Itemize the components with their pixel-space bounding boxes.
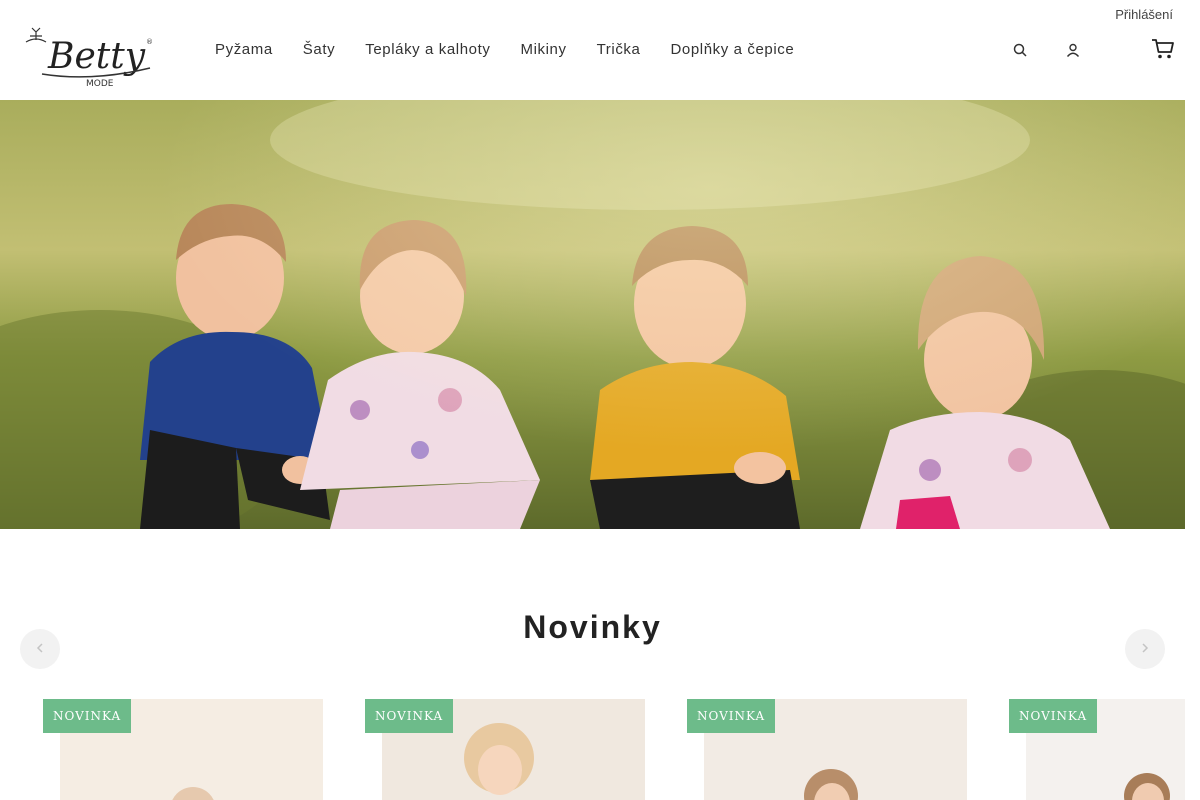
search-icon[interactable]: [1008, 38, 1032, 62]
section-title: Novinky: [523, 609, 662, 645]
product-card[interactable]: NOVINKA: [687, 699, 967, 800]
nav-item-saty[interactable]: Šaty: [303, 40, 335, 60]
carousel-prev-button[interactable]: [20, 629, 60, 669]
logo-image: Betty MODE ®: [25, 27, 153, 89]
nav-item-teplaky[interactable]: Tepláky a kalhoty: [365, 40, 490, 60]
cart-icon[interactable]: [1150, 36, 1176, 62]
svg-text:MODE: MODE: [86, 79, 114, 89]
hero-image: [0, 100, 1185, 529]
status-badge: NOVINKA: [43, 699, 132, 733]
login-link[interactable]: Přihlášení: [1115, 7, 1173, 22]
chevron-left-icon: [36, 642, 44, 656]
logo[interactable]: Betty MODE ®: [22, 26, 158, 90]
carousel-next-button[interactable]: [1125, 629, 1165, 669]
scrollbar-track[interactable]: [1185, 100, 1200, 800]
nav-item-mikiny[interactable]: Mikiny: [520, 40, 566, 60]
site-header: Betty MODE ® Přihlášení Pyžama Šaty Tepl…: [0, 0, 1200, 100]
product-card[interactable]: NOVINKA: [365, 699, 645, 800]
product-card[interactable]: NOVINKA: [1009, 699, 1185, 800]
chevron-right-icon: [1141, 642, 1149, 656]
status-badge: NOVINKA: [365, 699, 454, 733]
product-card[interactable]: NOVINKA: [43, 699, 323, 800]
main-nav: Pyžama Šaty Tepláky a kalhoty Mikiny Tri…: [215, 40, 824, 60]
nav-item-tricka[interactable]: Trička: [597, 40, 641, 60]
status-badge: NOVINKA: [687, 699, 776, 733]
svg-text:®: ®: [146, 38, 153, 46]
nav-item-doplnky[interactable]: Doplňky a čepice: [670, 40, 794, 60]
svg-text:Betty: Betty: [47, 36, 146, 77]
nav-item-pyzama[interactable]: Pyžama: [215, 40, 273, 60]
status-badge: NOVINKA: [1009, 699, 1098, 733]
user-icon[interactable]: [1061, 38, 1085, 62]
hero-banner[interactable]: [0, 100, 1185, 529]
